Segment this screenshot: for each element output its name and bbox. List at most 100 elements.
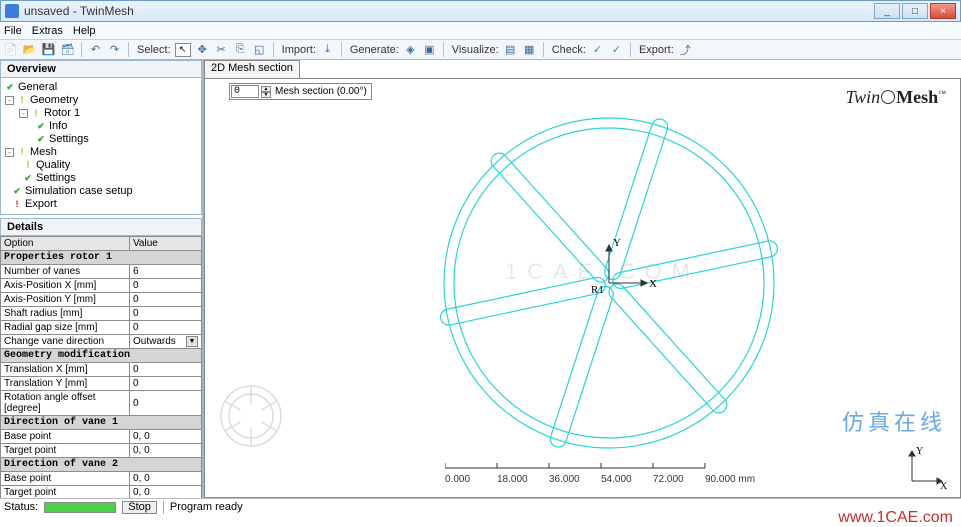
gen1-icon[interactable]: ◈	[403, 42, 418, 57]
val-bp2[interactable]: 0, 0	[130, 472, 202, 486]
lbl-tp1: Target point	[1, 444, 130, 458]
maximize-button[interactable]: □	[902, 3, 928, 19]
tick-2: 36.000	[549, 474, 601, 485]
open-icon[interactable]: 📂	[22, 42, 37, 57]
viewport[interactable]: 2D Mesh section 0 ▲▼ Mesh section (0.00°…	[204, 60, 961, 498]
export-icon[interactable]: ⤴	[678, 42, 693, 57]
val-rot[interactable]: 0	[130, 391, 202, 416]
lbl-tp2: Target point	[1, 486, 130, 499]
lbl-axisy: Axis-Position Y [mm]	[1, 293, 130, 307]
overview-header: Overview	[0, 60, 202, 78]
tree-info[interactable]: Info	[49, 120, 67, 133]
saveall-icon[interactable]: 🗃	[60, 42, 75, 57]
val-shaft[interactable]: 0	[130, 307, 202, 321]
visualize-label: Visualize:	[452, 44, 499, 56]
status-text: Program ready	[170, 501, 243, 513]
select-label: Select:	[137, 44, 171, 56]
val-axisy[interactable]: 0	[130, 293, 202, 307]
axis-x-label: X	[649, 278, 657, 290]
watermark-cn: 仿真在线	[842, 405, 946, 437]
pointer-tool[interactable]: ↖	[175, 43, 191, 57]
lbl-tx: Translation X [mm]	[1, 363, 130, 377]
check-label: Check:	[552, 44, 586, 56]
close-button[interactable]: ×	[930, 3, 956, 19]
tree-settings1[interactable]: Settings	[49, 133, 89, 146]
minimize-button[interactable]: _	[874, 3, 900, 19]
lbl-ty: Translation Y [mm]	[1, 377, 130, 391]
title-bar: unsaved - TwinMesh _ □ ×	[0, 0, 961, 22]
app-icon	[5, 4, 19, 18]
svg-text:X: X	[940, 481, 948, 489]
main-area: Overview ✔General -!Geometry -!Rotor 1 ✔…	[0, 60, 961, 498]
menu-bar: File Extras Help	[0, 22, 961, 40]
redo-icon[interactable]: ↷	[107, 42, 122, 57]
val-nvanes[interactable]: 6	[130, 265, 202, 279]
section-label: Mesh section (0.00°)	[275, 86, 367, 97]
gen2-icon[interactable]: ▣	[422, 42, 437, 57]
col-value: Value	[130, 237, 202, 251]
lbl-bp1: Base point	[1, 430, 130, 444]
tree-sim[interactable]: Simulation case setup	[25, 185, 133, 198]
group-v2: Direction of vane 2	[1, 458, 202, 472]
window-title: unsaved - TwinMesh	[24, 4, 134, 18]
val-tp2[interactable]: 0, 0	[130, 486, 202, 499]
progress-bar	[44, 502, 116, 513]
new-icon[interactable]: 📄	[3, 42, 18, 57]
export-label: Export:	[639, 44, 674, 56]
import-icon[interactable]: ⤓	[320, 42, 335, 57]
ghost-icon	[215, 380, 287, 452]
tick-4: 72.000	[653, 474, 705, 485]
val-dir[interactable]: Outwards▼	[130, 335, 202, 349]
val-gap[interactable]: 0	[130, 321, 202, 335]
group-props: Properties rotor 1	[1, 251, 202, 265]
menu-file[interactable]: File	[4, 25, 22, 37]
tree-mesh[interactable]: Mesh	[30, 146, 57, 159]
scale-bar: 0.000 18.000 36.000 54.000 72.000 90.000…	[445, 460, 775, 485]
mini-axes: Y X	[904, 445, 948, 489]
import-label: Import:	[282, 44, 316, 56]
stop-button[interactable]: Stop	[122, 501, 157, 514]
val-axisx[interactable]: 0	[130, 279, 202, 293]
col-option: Option	[1, 237, 130, 251]
check2-icon[interactable]: ✓	[609, 42, 624, 57]
viz2-icon[interactable]: ▦	[522, 42, 537, 57]
tick-0: 0.000	[445, 474, 497, 485]
val-bp1[interactable]: 0, 0	[130, 430, 202, 444]
lbl-gap: Radial gap size [mm]	[1, 321, 130, 335]
lbl-dir: Change vane direction	[1, 335, 130, 349]
save-icon[interactable]: 💾	[41, 42, 56, 57]
section-number[interactable]: 0	[231, 85, 259, 98]
lbl-axisx: Axis-Position X [mm]	[1, 279, 130, 293]
axis-r1-label: R1	[591, 284, 604, 296]
tab-2d-mesh[interactable]: 2D Mesh section	[204, 60, 300, 78]
tick-1: 18.000	[497, 474, 549, 485]
rotor-drawing: Y X R1	[429, 103, 789, 463]
viz1-icon[interactable]: ▤	[503, 42, 518, 57]
menu-help[interactable]: Help	[73, 25, 96, 37]
spin-down-icon[interactable]: ▼	[261, 92, 271, 98]
val-tx[interactable]: 0	[130, 363, 202, 377]
tick-5: 90.000 mm	[705, 474, 775, 485]
undo-icon[interactable]: ↶	[88, 42, 103, 57]
status-bar: Status: Stop Program ready www.1CAE.com	[0, 498, 961, 515]
tree-general[interactable]: General	[18, 81, 57, 94]
tree-quality[interactable]: Quality	[36, 159, 70, 172]
fit-icon[interactable]: ◱	[252, 42, 267, 57]
tree-rotor1[interactable]: Rotor 1	[44, 107, 80, 120]
val-ty[interactable]: 0	[130, 377, 202, 391]
tree-geometry[interactable]: Geometry	[30, 94, 78, 107]
svg-text:Y: Y	[916, 446, 923, 457]
copy-icon[interactable]: ⎘	[233, 42, 248, 57]
tree-settings2[interactable]: Settings	[36, 172, 76, 185]
cut-icon[interactable]: ✂	[214, 42, 229, 57]
section-control: 0 ▲▼ Mesh section (0.00°)	[229, 83, 372, 100]
overview-tree[interactable]: ✔General -!Geometry -!Rotor 1 ✔Info ✔Set…	[0, 78, 202, 215]
generate-label: Generate:	[350, 44, 399, 56]
check1-icon[interactable]: ✓	[590, 42, 605, 57]
menu-extras[interactable]: Extras	[32, 25, 63, 37]
pan-icon[interactable]: ✥	[195, 42, 210, 57]
val-tp1[interactable]: 0, 0	[130, 444, 202, 458]
view-canvas[interactable]: 0 ▲▼ Mesh section (0.00°) TwinMesh™ 1CAE…	[204, 78, 961, 498]
tree-export[interactable]: Export	[25, 198, 57, 211]
left-pane: Overview ✔General -!Geometry -!Rotor 1 ✔…	[0, 60, 204, 498]
